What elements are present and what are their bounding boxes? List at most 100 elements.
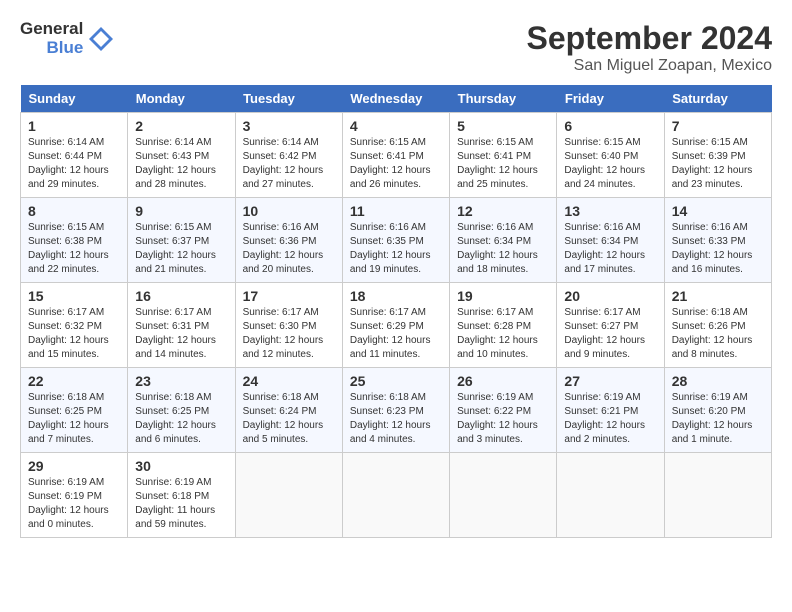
day-number: 23 bbox=[135, 373, 227, 389]
empty-cell bbox=[664, 453, 771, 538]
weekday-header-row: SundayMondayTuesdayWednesdayThursdayFrid… bbox=[21, 85, 772, 113]
day-number: 5 bbox=[457, 118, 549, 134]
day-info: Sunrise: 6:14 AMSunset: 6:42 PMDaylight:… bbox=[243, 137, 324, 190]
weekday-header: Sunday bbox=[21, 85, 128, 113]
calendar-week-row: 29 Sunrise: 6:19 AMSunset: 6:19 PMDaylig… bbox=[21, 453, 772, 538]
day-info: Sunrise: 6:14 AMSunset: 6:44 PMDaylight:… bbox=[28, 137, 109, 190]
calendar-week-row: 8 Sunrise: 6:15 AMSunset: 6:38 PMDayligh… bbox=[21, 198, 772, 283]
calendar-week-row: 15 Sunrise: 6:17 AMSunset: 6:32 PMDaylig… bbox=[21, 283, 772, 368]
empty-cell bbox=[450, 453, 557, 538]
day-info: Sunrise: 6:15 AMSunset: 6:37 PMDaylight:… bbox=[135, 222, 216, 275]
day-number: 6 bbox=[564, 118, 656, 134]
calendar-day-cell: 9 Sunrise: 6:15 AMSunset: 6:37 PMDayligh… bbox=[128, 198, 235, 283]
day-info: Sunrise: 6:14 AMSunset: 6:43 PMDaylight:… bbox=[135, 137, 216, 190]
calendar-day-cell: 21 Sunrise: 6:18 AMSunset: 6:26 PMDaylig… bbox=[664, 283, 771, 368]
day-info: Sunrise: 6:18 AMSunset: 6:23 PMDaylight:… bbox=[350, 392, 431, 445]
calendar-day-cell: 23 Sunrise: 6:18 AMSunset: 6:25 PMDaylig… bbox=[128, 368, 235, 453]
day-number: 12 bbox=[457, 203, 549, 219]
calendar-day-cell: 20 Sunrise: 6:17 AMSunset: 6:27 PMDaylig… bbox=[557, 283, 664, 368]
day-info: Sunrise: 6:19 AMSunset: 6:19 PMDaylight:… bbox=[28, 477, 109, 530]
day-number: 27 bbox=[564, 373, 656, 389]
day-number: 13 bbox=[564, 203, 656, 219]
weekday-header: Wednesday bbox=[342, 85, 449, 113]
calendar-day-cell: 19 Sunrise: 6:17 AMSunset: 6:28 PMDaylig… bbox=[450, 283, 557, 368]
day-number: 3 bbox=[243, 118, 335, 134]
calendar-week-row: 22 Sunrise: 6:18 AMSunset: 6:25 PMDaylig… bbox=[21, 368, 772, 453]
day-info: Sunrise: 6:18 AMSunset: 6:24 PMDaylight:… bbox=[243, 392, 324, 445]
day-number: 14 bbox=[672, 203, 764, 219]
weekday-header: Monday bbox=[128, 85, 235, 113]
day-info: Sunrise: 6:17 AMSunset: 6:32 PMDaylight:… bbox=[28, 307, 109, 360]
day-info: Sunrise: 6:15 AMSunset: 6:39 PMDaylight:… bbox=[672, 137, 753, 190]
day-info: Sunrise: 6:16 AMSunset: 6:34 PMDaylight:… bbox=[564, 222, 645, 275]
calendar-day-cell: 27 Sunrise: 6:19 AMSunset: 6:21 PMDaylig… bbox=[557, 368, 664, 453]
calendar-day-cell: 2 Sunrise: 6:14 AMSunset: 6:43 PMDayligh… bbox=[128, 113, 235, 198]
calendar-day-cell: 8 Sunrise: 6:15 AMSunset: 6:38 PMDayligh… bbox=[21, 198, 128, 283]
page-header: General Blue September 2024 San Miguel Z… bbox=[20, 20, 772, 75]
day-number: 15 bbox=[28, 288, 120, 304]
day-number: 30 bbox=[135, 458, 227, 474]
day-info: Sunrise: 6:18 AMSunset: 6:25 PMDaylight:… bbox=[135, 392, 216, 445]
calendar-week-row: 1 Sunrise: 6:14 AMSunset: 6:44 PMDayligh… bbox=[21, 113, 772, 198]
calendar-day-cell: 3 Sunrise: 6:14 AMSunset: 6:42 PMDayligh… bbox=[235, 113, 342, 198]
day-info: Sunrise: 6:17 AMSunset: 6:30 PMDaylight:… bbox=[243, 307, 324, 360]
weekday-header: Thursday bbox=[450, 85, 557, 113]
day-info: Sunrise: 6:19 AMSunset: 6:21 PMDaylight:… bbox=[564, 392, 645, 445]
day-info: Sunrise: 6:16 AMSunset: 6:35 PMDaylight:… bbox=[350, 222, 431, 275]
day-info: Sunrise: 6:17 AMSunset: 6:29 PMDaylight:… bbox=[350, 307, 431, 360]
weekday-header: Saturday bbox=[664, 85, 771, 113]
calendar-day-cell: 17 Sunrise: 6:17 AMSunset: 6:30 PMDaylig… bbox=[235, 283, 342, 368]
calendar-day-cell: 24 Sunrise: 6:18 AMSunset: 6:24 PMDaylig… bbox=[235, 368, 342, 453]
day-number: 22 bbox=[28, 373, 120, 389]
calendar-day-cell: 6 Sunrise: 6:15 AMSunset: 6:40 PMDayligh… bbox=[557, 113, 664, 198]
day-info: Sunrise: 6:18 AMSunset: 6:26 PMDaylight:… bbox=[672, 307, 753, 360]
weekday-header: Tuesday bbox=[235, 85, 342, 113]
day-number: 19 bbox=[457, 288, 549, 304]
day-number: 21 bbox=[672, 288, 764, 304]
day-info: Sunrise: 6:19 AMSunset: 6:18 PMDaylight:… bbox=[135, 477, 215, 530]
day-info: Sunrise: 6:19 AMSunset: 6:20 PMDaylight:… bbox=[672, 392, 753, 445]
title-area: September 2024 San Miguel Zoapan, Mexico bbox=[527, 20, 772, 75]
calendar-day-cell: 12 Sunrise: 6:16 AMSunset: 6:34 PMDaylig… bbox=[450, 198, 557, 283]
calendar-day-cell: 29 Sunrise: 6:19 AMSunset: 6:19 PMDaylig… bbox=[21, 453, 128, 538]
logo-general: General bbox=[20, 20, 83, 39]
day-number: 4 bbox=[350, 118, 442, 134]
calendar-day-cell: 14 Sunrise: 6:16 AMSunset: 6:33 PMDaylig… bbox=[664, 198, 771, 283]
calendar-day-cell: 11 Sunrise: 6:16 AMSunset: 6:35 PMDaylig… bbox=[342, 198, 449, 283]
day-number: 11 bbox=[350, 203, 442, 219]
day-number: 16 bbox=[135, 288, 227, 304]
day-number: 1 bbox=[28, 118, 120, 134]
calendar-day-cell: 1 Sunrise: 6:14 AMSunset: 6:44 PMDayligh… bbox=[21, 113, 128, 198]
day-info: Sunrise: 6:16 AMSunset: 6:34 PMDaylight:… bbox=[457, 222, 538, 275]
logo-blue: Blue bbox=[46, 39, 83, 58]
day-number: 17 bbox=[243, 288, 335, 304]
day-info: Sunrise: 6:16 AMSunset: 6:36 PMDaylight:… bbox=[243, 222, 324, 275]
day-info: Sunrise: 6:16 AMSunset: 6:33 PMDaylight:… bbox=[672, 222, 753, 275]
calendar-day-cell: 13 Sunrise: 6:16 AMSunset: 6:34 PMDaylig… bbox=[557, 198, 664, 283]
location-title: San Miguel Zoapan, Mexico bbox=[527, 57, 772, 75]
day-info: Sunrise: 6:15 AMSunset: 6:40 PMDaylight:… bbox=[564, 137, 645, 190]
calendar-day-cell: 28 Sunrise: 6:19 AMSunset: 6:20 PMDaylig… bbox=[664, 368, 771, 453]
logo-icon bbox=[87, 25, 115, 53]
day-number: 28 bbox=[672, 373, 764, 389]
weekday-header: Friday bbox=[557, 85, 664, 113]
calendar-day-cell: 16 Sunrise: 6:17 AMSunset: 6:31 PMDaylig… bbox=[128, 283, 235, 368]
calendar-table: SundayMondayTuesdayWednesdayThursdayFrid… bbox=[20, 85, 772, 538]
calendar-day-cell: 4 Sunrise: 6:15 AMSunset: 6:41 PMDayligh… bbox=[342, 113, 449, 198]
day-info: Sunrise: 6:18 AMSunset: 6:25 PMDaylight:… bbox=[28, 392, 109, 445]
calendar-day-cell: 22 Sunrise: 6:18 AMSunset: 6:25 PMDaylig… bbox=[21, 368, 128, 453]
day-number: 10 bbox=[243, 203, 335, 219]
day-number: 25 bbox=[350, 373, 442, 389]
calendar-day-cell: 10 Sunrise: 6:16 AMSunset: 6:36 PMDaylig… bbox=[235, 198, 342, 283]
calendar-day-cell: 18 Sunrise: 6:17 AMSunset: 6:29 PMDaylig… bbox=[342, 283, 449, 368]
day-info: Sunrise: 6:17 AMSunset: 6:31 PMDaylight:… bbox=[135, 307, 216, 360]
day-number: 29 bbox=[28, 458, 120, 474]
calendar-day-cell: 26 Sunrise: 6:19 AMSunset: 6:22 PMDaylig… bbox=[450, 368, 557, 453]
calendar-day-cell: 15 Sunrise: 6:17 AMSunset: 6:32 PMDaylig… bbox=[21, 283, 128, 368]
logo: General Blue bbox=[20, 20, 115, 57]
day-number: 7 bbox=[672, 118, 764, 134]
day-number: 26 bbox=[457, 373, 549, 389]
month-title: September 2024 bbox=[527, 20, 772, 57]
empty-cell bbox=[342, 453, 449, 538]
day-info: Sunrise: 6:19 AMSunset: 6:22 PMDaylight:… bbox=[457, 392, 538, 445]
